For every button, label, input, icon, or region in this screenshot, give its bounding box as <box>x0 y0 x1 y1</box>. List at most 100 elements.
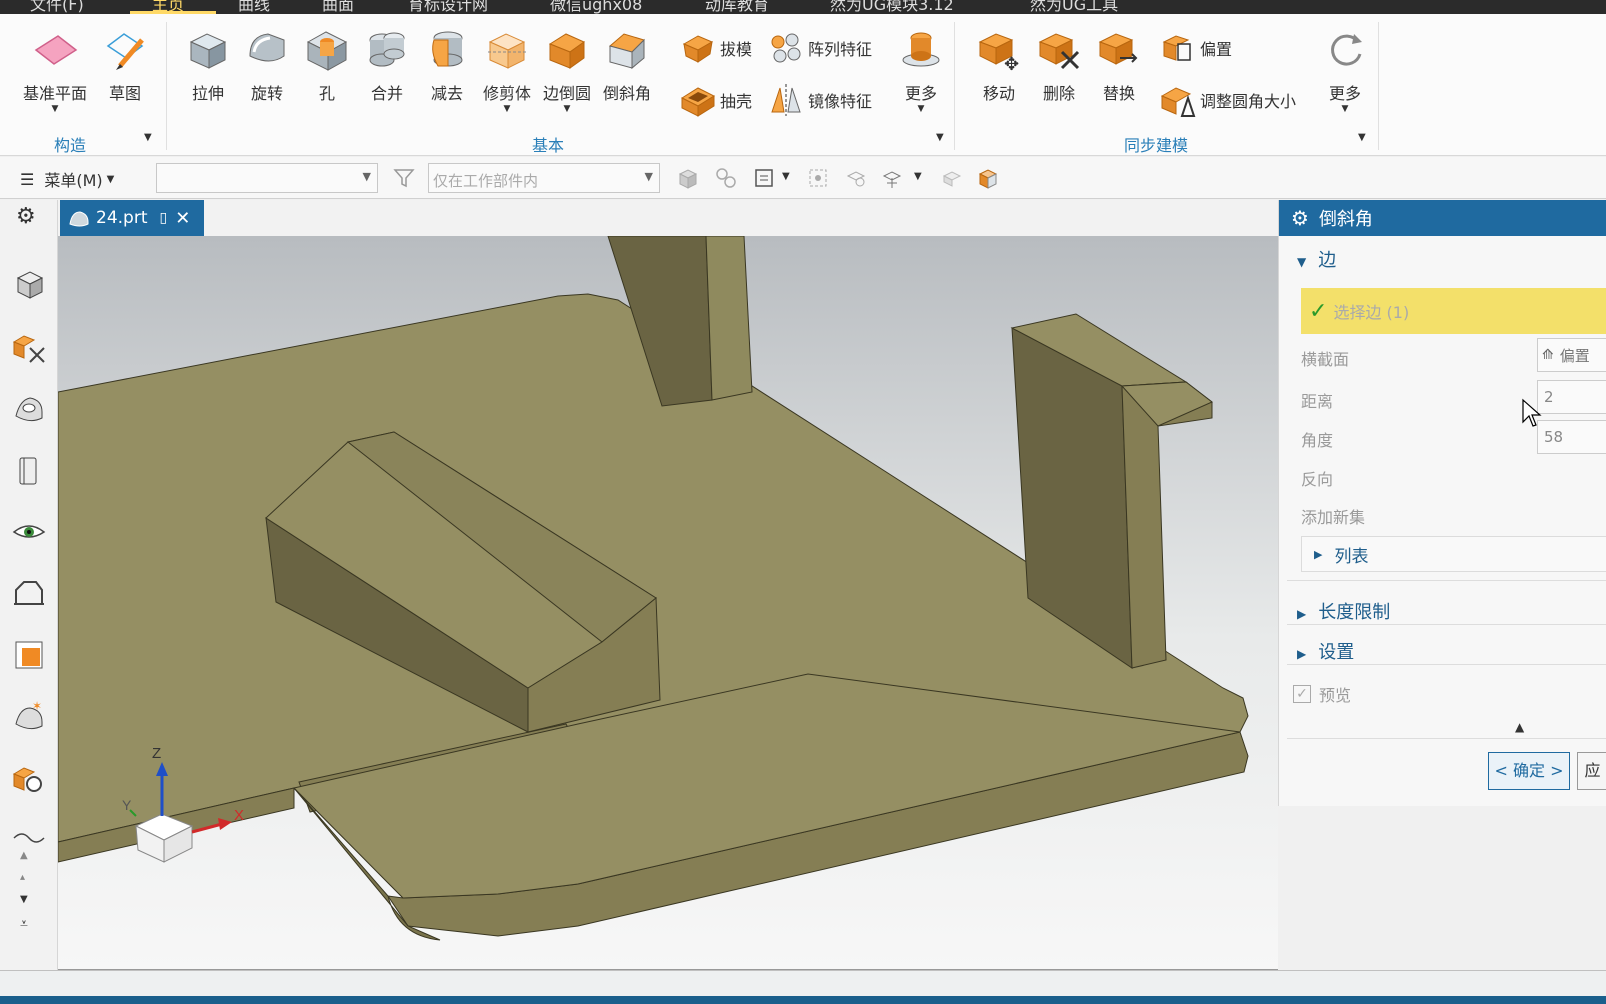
menu-surface[interactable]: 曲面 <box>322 0 354 14</box>
section-edge[interactable]: ▼ 边 <box>1297 246 1336 272</box>
tab-24-prt[interactable]: 24.prt ▯ ✕ <box>60 200 204 236</box>
angle-label: 角度 <box>1301 431 1334 450</box>
delete-button[interactable]: 删除 <box>1030 26 1088 104</box>
angle-input[interactable]: 58 <box>1537 420 1606 454</box>
divider <box>1287 738 1606 739</box>
type-filter-select[interactable]: ▼ <box>156 163 378 193</box>
subtract-button[interactable]: 减去 <box>418 26 476 104</box>
assembly-navigator-icon[interactable] <box>12 330 46 364</box>
revolve-button[interactable]: 旋转 <box>238 26 296 104</box>
offset-button[interactable]: 偏置 <box>1160 30 1232 66</box>
process-studio-icon[interactable] <box>12 576 46 610</box>
reuse-library-icon[interactable] <box>12 454 46 488</box>
more-sync-button[interactable]: 更多 ▼ <box>1316 26 1374 114</box>
mirror-feature-button[interactable]: 镜像特征 <box>768 82 872 118</box>
selection-filter-icon[interactable] <box>752 166 776 190</box>
right-wall-side-face[interactable] <box>1121 381 1213 669</box>
show-hide-icon[interactable] <box>940 166 964 190</box>
edge-blend-button[interactable]: 边倒圆 ▼ <box>538 26 596 114</box>
dialog-header: ⚙ 倒斜角 <box>1279 200 1606 236</box>
unite-button[interactable]: 合并 <box>358 26 416 104</box>
chamfer-button[interactable]: 倒斜角 <box>598 26 656 104</box>
vertical-post-side-face[interactable] <box>705 236 753 401</box>
more-basic-button[interactable]: 更多 ▼ <box>892 26 950 114</box>
trim-body-button[interactable]: 修剪体 ▼ <box>478 26 536 114</box>
menu-item-5[interactable]: 微信ughx08 <box>550 0 642 14</box>
ribbon: 基准平面 ▼ 草图 构造 ▼ 拉伸 旋转 孔 合并 减去 修剪体 ▼ 边倒圆 ▼… <box>0 14 1606 156</box>
extrude-icon <box>189 33 227 69</box>
scroll-up-small-icon[interactable]: ▴ <box>20 872 25 883</box>
group-dropdown-basic[interactable]: ▼ <box>936 132 944 143</box>
chevron-down-icon[interactable]: ▼ <box>914 171 922 182</box>
menu-item-6[interactable]: 动库教育 <box>705 0 769 14</box>
preview-checkbox[interactable]: ✓ 预览 <box>1293 682 1351 706</box>
filter-icon[interactable] <box>392 166 416 190</box>
chevron-down-icon: ▼ <box>362 170 371 183</box>
history-icon[interactable]: ✶ <box>12 700 46 734</box>
resize-blend-button[interactable]: 调整圆角大小 <box>1160 82 1296 118</box>
section-settings[interactable]: ▶ 设置 <box>1297 638 1354 664</box>
apply-button[interactable]: 应 <box>1577 752 1606 790</box>
eye-icon[interactable] <box>12 514 46 548</box>
scroll-down-icon[interactable]: ▼ <box>20 894 28 905</box>
part-navigator-icon[interactable] <box>12 268 46 302</box>
render-style-icon[interactable] <box>976 166 1000 190</box>
select-feature-icon[interactable] <box>714 166 738 190</box>
menu-button[interactable]: ☰ 菜单(M) ▼ <box>20 167 114 191</box>
hole-button[interactable]: 孔 <box>298 26 356 104</box>
delete-icon <box>1038 33 1080 70</box>
wave-icon[interactable] <box>12 820 46 854</box>
select-body-icon[interactable] <box>676 166 700 190</box>
reverse-direction-label[interactable]: 反向 <box>1301 466 1333 490</box>
constraint-navigator-icon[interactable] <box>12 392 46 426</box>
add-new-set-label[interactable]: 添加新集 <box>1301 504 1365 528</box>
status-bar <box>0 970 1606 1004</box>
list-subsection[interactable]: ▶ 列表 <box>1301 536 1606 572</box>
graphics-viewport[interactable]: Z X Y <box>58 236 1278 970</box>
section-length-limit[interactable]: ▶ 长度限制 <box>1297 598 1390 624</box>
datum-plane-button[interactable]: 基准平面 ▼ <box>23 26 87 114</box>
menu-item-7[interactable]: 然为UG模块3.12 <box>830 0 954 14</box>
shell-button[interactable]: 抽壳 <box>680 82 752 118</box>
gear-icon[interactable]: ⚙ <box>16 204 36 229</box>
ok-button[interactable]: < 确定 > <box>1488 752 1570 790</box>
pattern-feature-button[interactable]: 阵列特征 <box>768 30 872 66</box>
triad-x-label: X <box>234 807 244 824</box>
menu-file[interactable]: 文件(F) <box>30 0 84 14</box>
mirror-feature-icon <box>771 84 801 116</box>
roles-icon[interactable] <box>12 638 46 672</box>
system-materials-icon[interactable] <box>12 762 46 796</box>
gear-icon[interactable]: ⚙ <box>1291 206 1309 230</box>
sketch-button[interactable]: 草图 <box>96 26 154 104</box>
resize-blend-icon <box>1160 87 1196 117</box>
select-edge-icon[interactable] <box>880 166 904 190</box>
chevron-down-icon: ▼ <box>917 104 925 114</box>
move-button[interactable]: ✥ 移动 <box>970 26 1028 104</box>
collapse-up-icon[interactable]: ▲ <box>1515 720 1524 734</box>
menu-item-4[interactable]: 育标设计网 <box>408 0 488 14</box>
scope-select[interactable]: 仅在工作部件内 ▼ <box>428 163 660 193</box>
draft-button[interactable]: 拔模 <box>680 30 752 66</box>
select-face-icon[interactable] <box>844 166 868 190</box>
cross-section-select[interactable]: ⟰ 偏置 <box>1537 338 1606 372</box>
checkmark-icon: ✓ <box>1309 298 1328 324</box>
model-view[interactable]: Z X Y <box>58 236 1278 970</box>
group-dropdown-sync[interactable]: ▼ <box>1358 132 1366 143</box>
close-icon[interactable]: ✕ <box>175 208 190 229</box>
document-tab-bar: 24.prt ▯ ✕ <box>58 200 1278 236</box>
replace-button[interactable]: 替换 <box>1090 26 1148 104</box>
snap-point-icon[interactable] <box>806 166 830 190</box>
chevron-down-icon: ▼ <box>1341 104 1349 114</box>
menu-curve[interactable]: 曲线 <box>238 0 270 14</box>
chamfer-icon <box>608 33 645 70</box>
extrude-button[interactable]: 拉伸 <box>179 26 237 104</box>
select-edge-row[interactable]: ✓ 选择边 (1) <box>1301 288 1606 334</box>
expand-icon[interactable]: ⩡ <box>20 916 28 932</box>
scroll-up-icon[interactable]: ▲ <box>20 850 28 861</box>
menu-item-8[interactable]: 然为UG工具 <box>1030 0 1118 14</box>
hamburger-icon: ☰ <box>20 169 35 189</box>
group-dropdown-construct[interactable]: ▼ <box>144 132 152 143</box>
draft-icon <box>682 35 714 63</box>
distance-input[interactable]: 2 <box>1537 380 1606 414</box>
chevron-down-icon[interactable]: ▼ <box>782 171 790 182</box>
